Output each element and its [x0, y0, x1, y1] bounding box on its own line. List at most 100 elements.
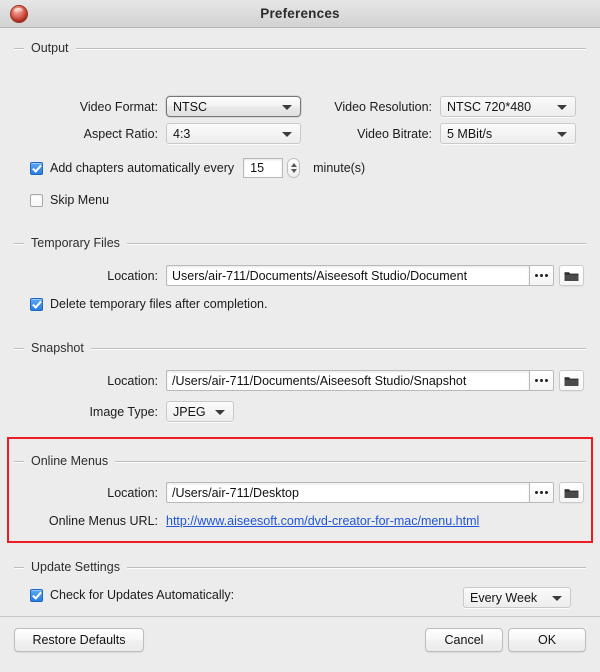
- check-updates-label: Check for Updates Automatically:: [50, 588, 235, 602]
- snapshot-location-input[interactable]: /Users/air-711/Documents/Aiseesoft Studi…: [166, 370, 529, 391]
- group-update-settings-header: Update Settings: [14, 559, 586, 575]
- check-updates-checkbox[interactable]: [30, 588, 43, 602]
- chevron-down-icon: [282, 131, 292, 137]
- divider-right: [75, 47, 586, 49]
- folder-icon: [564, 488, 579, 498]
- online-menus-url-label: Online Menus URL:: [48, 514, 158, 528]
- delete-temp-label: Delete temporary files after completion.: [50, 297, 268, 311]
- aspect-ratio-value: 4:3: [173, 126, 191, 141]
- group-online-menus-title: Online Menus: [31, 454, 109, 468]
- online-menus-location-label: Location:: [107, 485, 158, 500]
- image-type-dropdown[interactable]: JPEG: [166, 401, 234, 422]
- minutes-label: minute(s): [313, 161, 366, 175]
- chapter-interval-stepper[interactable]: [287, 158, 301, 178]
- divider-right: [126, 566, 586, 568]
- divider-left: [14, 47, 24, 49]
- chevron-down-icon: [557, 104, 567, 110]
- ellipsis-icon: [540, 379, 543, 382]
- chapter-interval-value: 15: [250, 161, 265, 175]
- group-snapshot: Snapshot: [14, 340, 586, 356]
- row-video-format: Video Format: NTSC: [14, 96, 304, 117]
- group-update-settings-title: Update Settings: [31, 560, 120, 574]
- chevron-down-icon: [215, 409, 225, 415]
- chevron-down-icon: [557, 131, 567, 137]
- group-output-header: Output: [14, 40, 586, 56]
- temp-location-browse-button[interactable]: [529, 265, 554, 286]
- close-icon[interactable]: [10, 5, 28, 23]
- folder-icon: [564, 271, 579, 281]
- online-menus-location-input[interactable]: /Users/air-711/Desktop: [166, 482, 529, 503]
- ellipsis-icon: [540, 491, 543, 494]
- row-video-resolution: Video Resolution: NTSC 720*480: [312, 96, 587, 117]
- snapshot-location-browse-button[interactable]: [529, 370, 554, 391]
- ellipsis-icon: [545, 379, 548, 382]
- video-resolution-value: NTSC 720*480: [447, 99, 532, 114]
- window-title: Preferences: [260, 6, 340, 21]
- snapshot-location-folder-button[interactable]: [559, 370, 584, 391]
- divider-right: [115, 460, 586, 462]
- video-bitrate-value: 5 MBit/s: [447, 126, 493, 141]
- row-snapshot-location: Location: /Users/air-711/Documents/Aisee…: [14, 370, 586, 391]
- online-menus-browse-button[interactable]: [529, 482, 554, 503]
- divider-left: [14, 347, 24, 349]
- skip-menu-checkbox[interactable]: [30, 193, 43, 207]
- temp-location-folder-button[interactable]: [559, 265, 584, 286]
- group-temporary-files: Temporary Files: [14, 235, 586, 251]
- video-format-label: Video Format:: [79, 99, 158, 114]
- group-snapshot-header: Snapshot: [14, 340, 586, 356]
- ellipsis-icon: [540, 274, 543, 277]
- row-add-chapters: Add chapters automatically every 15 minu…: [30, 158, 365, 178]
- add-chapters-label: Add chapters automatically every: [50, 161, 235, 175]
- divider-left: [14, 460, 24, 462]
- group-online-menus-header: Online Menus: [14, 453, 586, 469]
- dialog-footer: Restore Defaults Cancel OK: [0, 616, 600, 672]
- online-menus-url-link[interactable]: http://www.aiseesoft.com/dvd-creator-for…: [166, 514, 479, 528]
- restore-defaults-button[interactable]: Restore Defaults: [14, 628, 144, 652]
- add-chapters-checkbox[interactable]: [30, 161, 43, 175]
- update-frequency-dropdown[interactable]: Every Week: [463, 587, 571, 608]
- group-temporary-files-title: Temporary Files: [31, 236, 120, 250]
- temp-location-input[interactable]: Users/air-711/Documents/Aiseesoft Studio…: [166, 265, 529, 286]
- snapshot-location-value: /Users/air-711/Documents/Aiseesoft Studi…: [172, 373, 467, 388]
- row-online-menus-location: Location: /Users/air-711/Desktop: [14, 482, 586, 503]
- ellipsis-icon: [535, 379, 538, 382]
- row-video-bitrate: Video Bitrate: 5 MBit/s: [312, 123, 587, 144]
- row-online-menus-url: Online Menus URL: http://www.aiseesoft.c…: [14, 514, 479, 528]
- row-check-updates: Check for Updates Automatically:: [30, 588, 234, 602]
- image-type-label: Image Type:: [89, 404, 158, 419]
- row-image-type: Image Type: JPEG: [14, 401, 234, 422]
- divider-left: [14, 242, 24, 244]
- divider-right: [126, 242, 586, 244]
- delete-temp-checkbox[interactable]: [30, 297, 43, 311]
- ok-button[interactable]: OK: [508, 628, 586, 652]
- video-format-dropdown[interactable]: NTSC: [166, 96, 301, 117]
- aspect-ratio-dropdown[interactable]: 4:3: [166, 123, 301, 144]
- stepper-up-icon[interactable]: [290, 163, 297, 167]
- stepper-down-icon[interactable]: [290, 169, 297, 173]
- folder-icon: [564, 376, 579, 386]
- image-type-value: JPEG: [173, 404, 206, 419]
- snapshot-location-label: Location:: [107, 373, 158, 388]
- update-frequency-value: Every Week: [470, 590, 538, 605]
- video-resolution-dropdown[interactable]: NTSC 720*480: [440, 96, 576, 117]
- ellipsis-icon: [545, 274, 548, 277]
- group-output-title: Output: [31, 41, 69, 55]
- ellipsis-icon: [535, 491, 538, 494]
- preferences-content: Output Video Format: NTSC Video Resoluti…: [0, 28, 600, 672]
- temp-location-value: Users/air-711/Documents/Aiseesoft Studio…: [172, 268, 468, 283]
- row-temp-location: Location: Users/air-711/Documents/Aisees…: [14, 265, 586, 286]
- divider-right: [90, 347, 586, 349]
- group-output: Output: [14, 40, 586, 56]
- online-menus-location-value: /Users/air-711/Desktop: [172, 485, 299, 500]
- video-resolution-label: Video Resolution:: [334, 99, 432, 114]
- online-menus-folder-button[interactable]: [559, 482, 584, 503]
- video-bitrate-dropdown[interactable]: 5 MBit/s: [440, 123, 576, 144]
- row-aspect-ratio: Aspect Ratio: 4:3: [14, 123, 304, 144]
- row-delete-temp: Delete temporary files after completion.: [30, 297, 267, 311]
- chapter-interval-input[interactable]: 15: [243, 158, 284, 178]
- video-format-value: NTSC: [173, 99, 208, 114]
- row-skip-menu: Skip Menu: [30, 193, 109, 207]
- group-snapshot-title: Snapshot: [31, 341, 84, 355]
- aspect-ratio-label: Aspect Ratio:: [83, 126, 158, 141]
- cancel-button[interactable]: Cancel: [425, 628, 503, 652]
